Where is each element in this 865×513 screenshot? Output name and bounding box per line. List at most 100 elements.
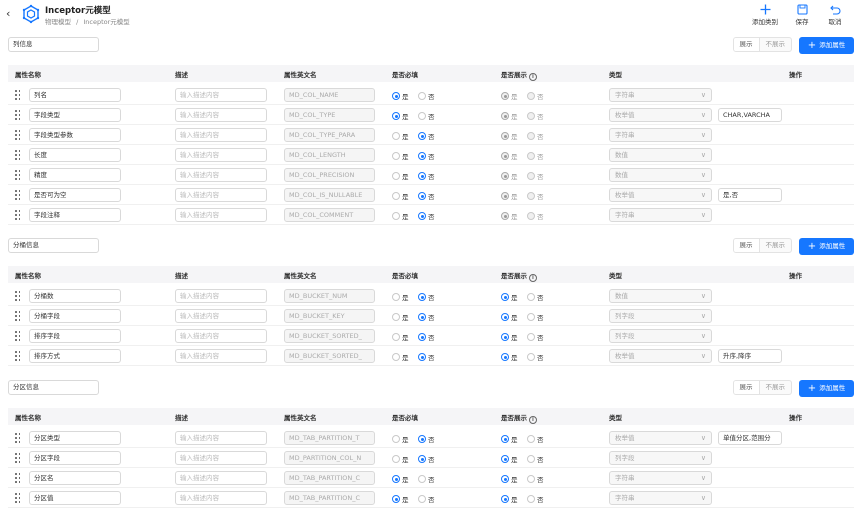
type-select[interactable]: 枚举值 ∨ [609,188,712,202]
display-no-radio[interactable]: 否 [527,191,544,201]
drag-handle-icon[interactable] [15,110,21,120]
required-no-radio[interactable]: 否 [418,494,435,504]
attribute-name-input[interactable]: 字段类型参数 [29,128,121,142]
drag-handle-icon[interactable] [15,170,21,180]
type-select[interactable]: 列字段 ∨ [609,329,712,343]
description-input[interactable]: 输入描述内容 [175,289,267,303]
attribute-name-input[interactable]: 长度 [29,148,121,162]
enum-values-input[interactable]: 升序,降序 [718,349,782,363]
required-no-radio[interactable]: 否 [418,332,435,342]
back-arrow-icon[interactable]: ‹ [6,7,10,20]
display-no-radio[interactable]: 否 [527,111,544,121]
hide-option[interactable]: 不展示 [760,38,792,51]
description-input[interactable]: 输入描述内容 [175,208,267,222]
enum-values-input[interactable]: 是,否 [718,188,782,202]
drag-handle-icon[interactable] [15,130,21,140]
display-no-radio[interactable]: 否 [527,91,544,101]
drag-handle-icon[interactable] [15,311,21,321]
type-select[interactable]: 数值 ∨ [609,289,712,303]
required-yes-radio[interactable]: 是 [392,91,409,101]
description-input[interactable]: 输入描述内容 [175,128,267,142]
attribute-name-input[interactable]: 分区字段 [29,451,121,465]
type-select[interactable]: 枚举值 ∨ [609,431,712,445]
english-name-input[interactable]: MD_BUCKET_SORTED_ [284,349,375,363]
required-no-radio[interactable]: 否 [418,211,435,221]
type-select[interactable]: 字符串 ∨ [609,128,712,142]
add-category-button[interactable]: 添加类别 [747,4,783,26]
attribute-name-input[interactable]: 字段注释 [29,208,121,222]
display-yes-radio[interactable]: 是 [501,111,518,121]
type-select[interactable]: 字符串 ∨ [609,208,712,222]
display-yes-radio[interactable]: 是 [501,292,518,302]
english-name-input[interactable]: MD_TAB_PARTITION_C [284,491,375,505]
save-button[interactable]: 保存 [784,4,820,26]
breadcrumb-item-physical[interactable]: 物理模型 [45,18,71,26]
english-name-input[interactable]: MD_COL_IS_NULLABLE [284,188,375,202]
display-no-radio[interactable]: 否 [527,474,544,484]
required-no-radio[interactable]: 否 [418,171,435,181]
attribute-name-input[interactable]: 排序方式 [29,349,121,363]
required-yes-radio[interactable]: 是 [392,312,409,322]
attribute-name-input[interactable]: 分区名 [29,471,121,485]
attribute-name-input[interactable]: 分桶字段 [29,309,121,323]
drag-handle-icon[interactable] [15,493,21,503]
attribute-name-input[interactable]: 字段类型 [29,108,121,122]
required-no-radio[interactable]: 否 [418,191,435,201]
show-option[interactable]: 展示 [733,38,760,51]
info-icon[interactable]: i [529,73,537,81]
type-select[interactable]: 字符串 ∨ [609,88,712,102]
display-yes-radio[interactable]: 是 [501,474,518,484]
display-yes-radio[interactable]: 是 [501,494,518,504]
section-name-input[interactable]: 分桶信息 [8,238,99,253]
display-no-radio[interactable]: 否 [527,352,544,362]
info-icon[interactable]: i [529,416,537,424]
display-yes-radio[interactable]: 是 [501,352,518,362]
type-select[interactable]: 数值 ∨ [609,168,712,182]
attribute-name-input[interactable]: 分区值 [29,491,121,505]
display-yes-radio[interactable]: 是 [501,211,518,221]
required-yes-radio[interactable]: 是 [392,494,409,504]
attribute-name-input[interactable]: 列名 [29,88,121,102]
description-input[interactable]: 输入描述内容 [175,329,267,343]
display-no-radio[interactable]: 否 [527,151,544,161]
drag-handle-icon[interactable] [15,291,21,301]
required-no-radio[interactable]: 否 [418,474,435,484]
english-name-input[interactable]: MD_COL_PRECISION [284,168,375,182]
required-no-radio[interactable]: 否 [418,454,435,464]
english-name-input[interactable]: MD_PARTITION_COL_N [284,451,375,465]
required-yes-radio[interactable]: 是 [392,352,409,362]
display-yes-radio[interactable]: 是 [501,91,518,101]
display-yes-radio[interactable]: 是 [501,171,518,181]
required-yes-radio[interactable]: 是 [392,171,409,181]
description-input[interactable]: 输入描述内容 [175,349,267,363]
required-yes-radio[interactable]: 是 [392,292,409,302]
enum-values-input[interactable]: CHAR,VARCHA [718,108,782,122]
display-yes-radio[interactable]: 是 [501,312,518,322]
english-name-input[interactable]: MD_COL_TYPE [284,108,375,122]
cancel-button[interactable]: 取消 [817,4,853,26]
english-name-input[interactable]: MD_BUCKET_KEY [284,309,375,323]
description-input[interactable]: 输入描述内容 [175,88,267,102]
required-yes-radio[interactable]: 是 [392,191,409,201]
drag-handle-icon[interactable] [15,351,21,361]
description-input[interactable]: 输入描述内容 [175,148,267,162]
display-yes-radio[interactable]: 是 [501,332,518,342]
display-yes-radio[interactable]: 是 [501,191,518,201]
attribute-name-input[interactable]: 分区类型 [29,431,121,445]
required-yes-radio[interactable]: 是 [392,211,409,221]
enum-values-input[interactable]: 单值分区,范围分 [718,431,782,445]
drag-handle-icon[interactable] [15,453,21,463]
required-yes-radio[interactable]: 是 [392,332,409,342]
english-name-input[interactable]: MD_TAB_PARTITION_C [284,471,375,485]
drag-handle-icon[interactable] [15,331,21,341]
type-select[interactable]: 字符串 ∨ [609,471,712,485]
display-no-radio[interactable]: 否 [527,131,544,141]
english-name-input[interactable]: MD_COL_TYPE_PARA [284,128,375,142]
required-yes-radio[interactable]: 是 [392,434,409,444]
display-yes-radio[interactable]: 是 [501,454,518,464]
add-attribute-button[interactable]: + 添加属性 [799,380,854,397]
drag-handle-icon[interactable] [15,210,21,220]
display-toggle[interactable]: 展示 不展示 [732,37,792,52]
required-no-radio[interactable]: 否 [418,352,435,362]
display-yes-radio[interactable]: 是 [501,131,518,141]
